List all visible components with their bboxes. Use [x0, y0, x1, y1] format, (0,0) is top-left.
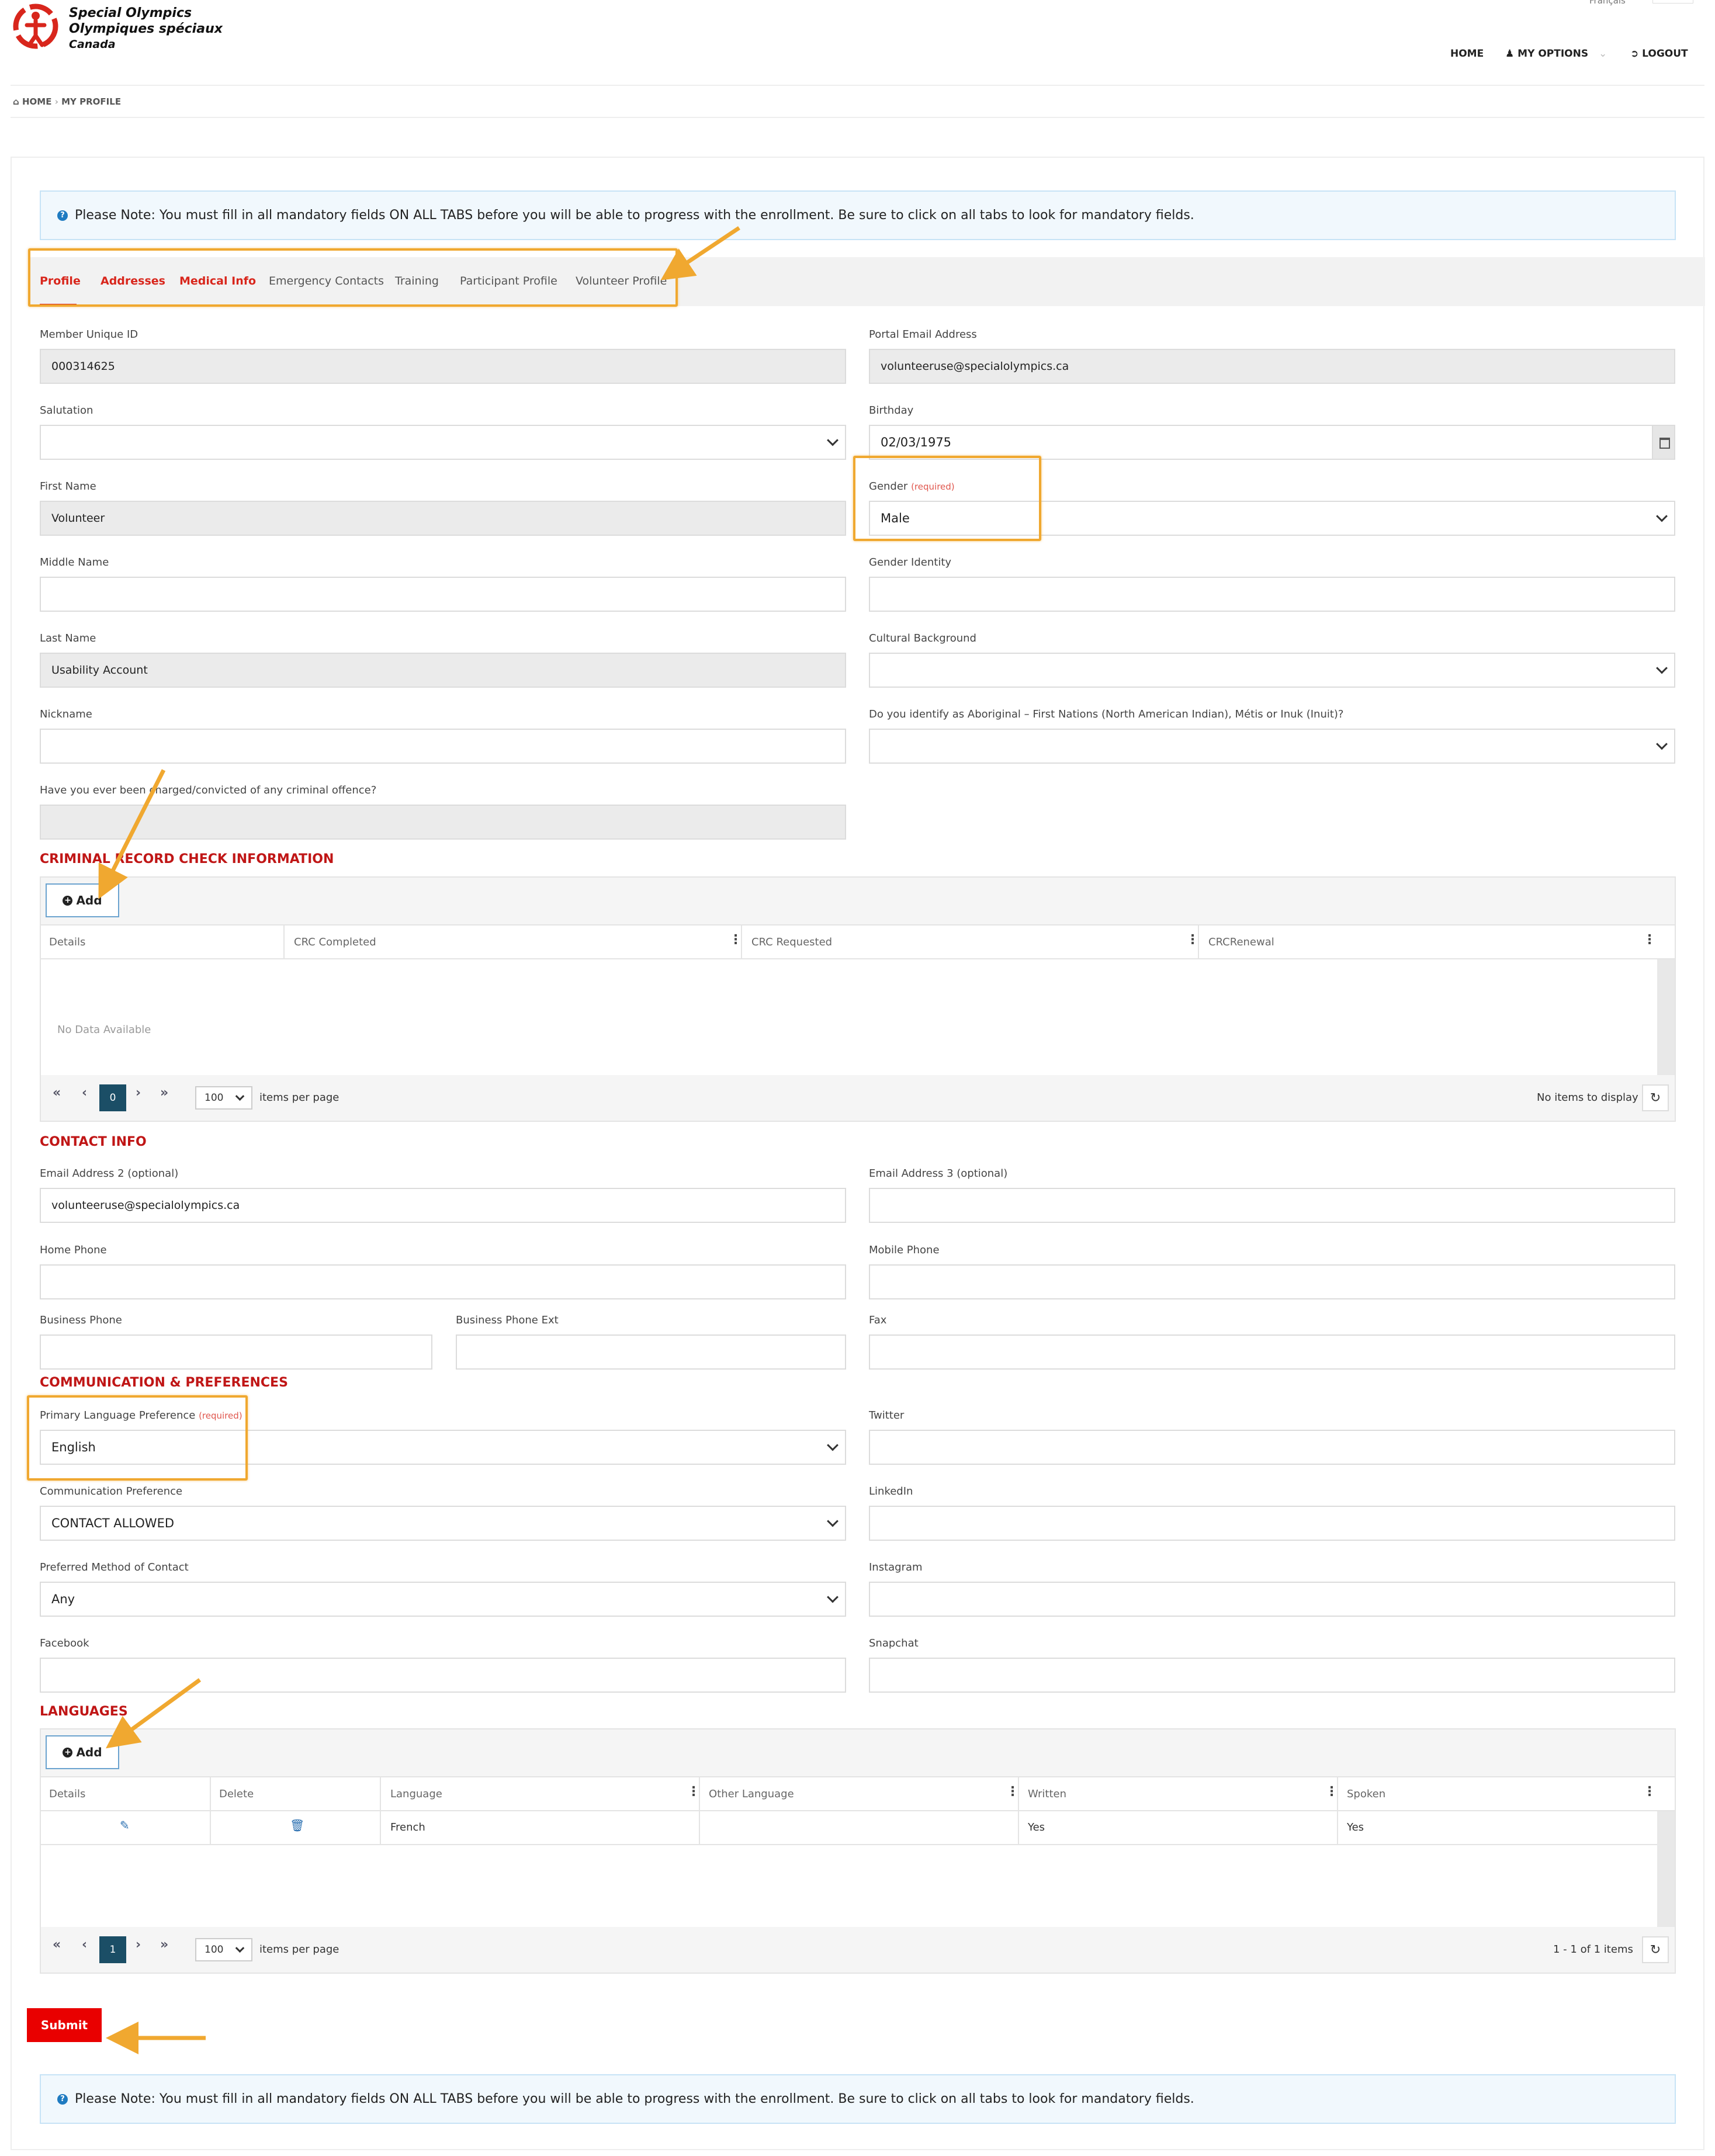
arrow-to-languages-add: [106, 1678, 202, 1749]
arrow-to-tabs: [660, 226, 740, 280]
arrow-to-crc-add: [98, 769, 166, 899]
annotation-arrows: [98, 226, 740, 2054]
